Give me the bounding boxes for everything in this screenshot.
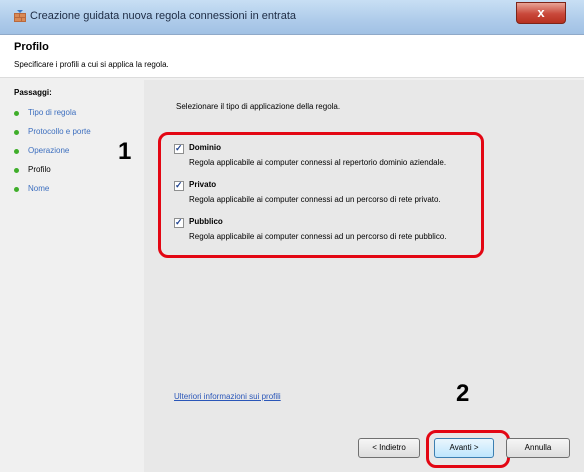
checkmark-icon: ✓ — [175, 143, 183, 153]
step-label: Operazione — [28, 146, 70, 155]
checkmark-icon: ✓ — [175, 180, 183, 190]
option-description: Regola applicabile ai computer connessi … — [189, 232, 447, 241]
page-title: Profilo — [14, 41, 49, 53]
pubblico-checkbox[interactable]: ✓ — [174, 217, 184, 228]
step-label: Tipo di regola — [28, 108, 77, 117]
dominio-checkbox[interactable]: ✓ — [174, 143, 184, 154]
profiles-help-link[interactable]: Ulteriori informazioni sui profili — [174, 392, 281, 401]
steps-label: Passaggi: — [14, 88, 52, 97]
option-name: Dominio — [189, 143, 221, 152]
back-button[interactable]: < Indietro — [358, 438, 420, 458]
main-content: Selezionare il tipo di applicazione dell… — [144, 80, 584, 472]
step-bullet-icon — [14, 111, 19, 116]
option-name: Privato — [189, 180, 217, 189]
wizard-dialog: Creazione guidata nuova regola connessio… — [0, 0, 584, 472]
next-button[interactable]: Avanti > — [434, 438, 494, 458]
page-description: Specificare i profili a cui si applica l… — [14, 60, 169, 69]
step-bullet-icon — [14, 149, 19, 154]
callout-number-1: 1 — [118, 138, 132, 165]
checkmark-icon: ✓ — [175, 217, 183, 227]
option-description: Regola applicabile ai computer connessi … — [189, 195, 441, 204]
step-label: Protocollo e porte — [28, 127, 91, 136]
firewall-app-icon — [14, 10, 26, 22]
step-bullet-icon — [14, 168, 19, 173]
window-title: Creazione guidata nuova regola connessio… — [30, 10, 297, 22]
cancel-button[interactable]: Annulla — [506, 438, 570, 458]
step-label: Nome — [28, 184, 50, 193]
privato-checkbox[interactable]: ✓ — [174, 180, 184, 191]
close-button[interactable]: x — [516, 2, 566, 24]
title-bar[interactable]: Creazione guidata nuova regola connessio… — [0, 0, 584, 35]
callout-number-2: 2 — [456, 380, 470, 407]
option-name: Pubblico — [189, 217, 223, 226]
step-bullet-icon — [14, 187, 19, 192]
page-header: Profilo Specificare i profili a cui si a… — [0, 35, 584, 78]
step-label: Profilo — [28, 165, 51, 174]
close-icon: x — [537, 5, 545, 20]
step-bullet-icon — [14, 130, 19, 135]
option-description: Regola applicabile ai computer connessi … — [189, 158, 447, 167]
instruction-text: Selezionare il tipo di applicazione dell… — [176, 102, 341, 111]
